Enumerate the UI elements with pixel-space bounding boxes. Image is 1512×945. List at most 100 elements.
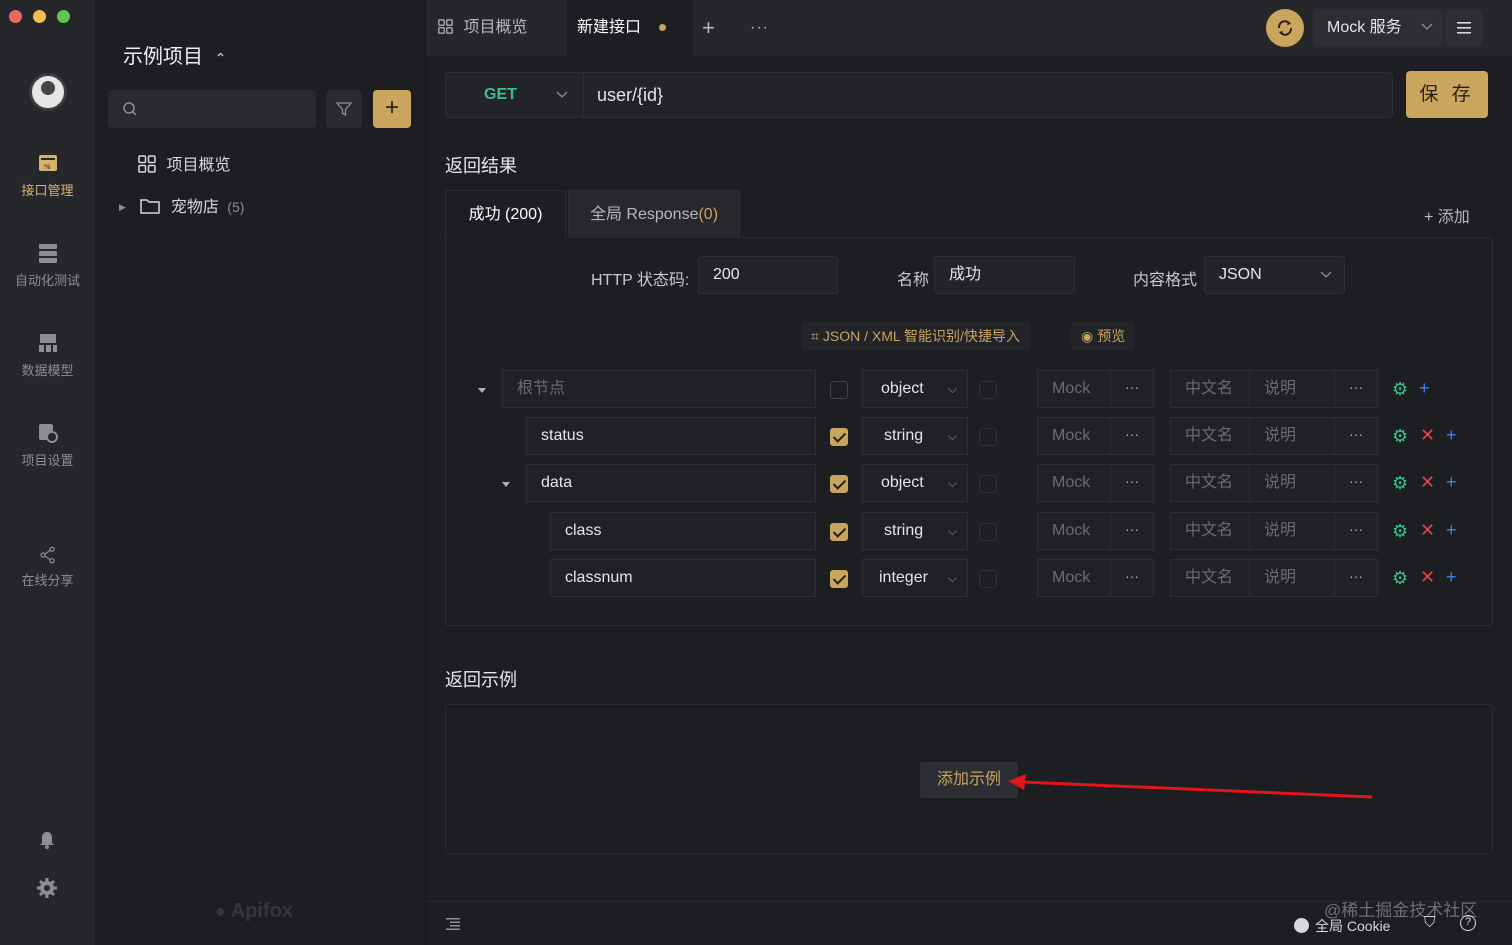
- mock-more-button[interactable]: ···: [1110, 417, 1154, 455]
- chinese-name-input[interactable]: 中文名: [1170, 512, 1250, 550]
- add-sibling-icon[interactable]: +: [1446, 472, 1457, 492]
- mock-more-button[interactable]: ···: [1110, 370, 1154, 408]
- description-input[interactable]: 说明: [1249, 512, 1335, 550]
- tab-global-response[interactable]: 全局 Response(0): [568, 190, 740, 238]
- chinese-name-input[interactable]: 中文名: [1170, 417, 1250, 455]
- field-name-input[interactable]: status: [526, 417, 816, 455]
- shirt-icon[interactable]: ⛉: [1424, 914, 1435, 931]
- delete-icon[interactable]: ✕: [1420, 425, 1435, 445]
- nullable-checkbox[interactable]: [979, 475, 997, 493]
- settings-icon[interactable]: ⚙: [1392, 521, 1408, 541]
- tab-overview[interactable]: 项目概览: [426, 0, 566, 56]
- add-sibling-icon[interactable]: +: [1446, 425, 1457, 445]
- smart-import-button[interactable]: ⌗ JSON / XML 智能识别/快捷导入: [801, 322, 1030, 350]
- description-input[interactable]: 说明: [1249, 417, 1335, 455]
- rail-item-data-model[interactable]: 数据模型: [0, 332, 95, 379]
- add-sibling-icon[interactable]: +: [1446, 567, 1457, 587]
- add-example-button[interactable]: 添加示例: [920, 762, 1018, 798]
- desc-more-button[interactable]: ···: [1334, 512, 1378, 550]
- rail-item-settings[interactable]: 项目设置: [0, 422, 95, 469]
- mock-more-button[interactable]: ···: [1110, 559, 1154, 597]
- mock-more-button[interactable]: ···: [1110, 464, 1154, 502]
- rail-item-share[interactable]: 在线分享: [0, 546, 95, 589]
- required-checkbox[interactable]: [830, 428, 848, 446]
- delete-icon[interactable]: ✕: [1420, 520, 1435, 540]
- add-response-button[interactable]: + 添加: [1424, 203, 1470, 227]
- mock-input[interactable]: Mock: [1037, 417, 1111, 455]
- desc-more-button[interactable]: ···: [1334, 370, 1378, 408]
- mock-input[interactable]: Mock: [1037, 512, 1111, 550]
- close-window-button[interactable]: [9, 10, 22, 23]
- rail-item-api[interactable]: % 接口管理: [0, 152, 95, 199]
- filter-button[interactable]: [326, 90, 362, 128]
- tab-new-api[interactable]: 新建接口: [567, 0, 693, 56]
- mock-more-button[interactable]: ···: [1110, 512, 1154, 550]
- desc-more-button[interactable]: ···: [1334, 559, 1378, 597]
- url-input[interactable]: user/{id}: [597, 73, 663, 117]
- field-name-input[interactable]: 根节点: [502, 370, 816, 408]
- field-type-select[interactable]: object ⌵: [862, 464, 968, 502]
- required-checkbox[interactable]: [830, 523, 848, 541]
- method-select[interactable]: GET: [446, 73, 584, 117]
- description-input[interactable]: 说明: [1249, 370, 1335, 408]
- delete-icon[interactable]: ✕: [1420, 567, 1435, 587]
- sync-button[interactable]: [1266, 9, 1304, 47]
- rail-item-automation[interactable]: 自动化测试: [0, 242, 95, 289]
- caret-right-icon[interactable]: ▶: [119, 202, 126, 212]
- chinese-name-input[interactable]: 中文名: [1170, 370, 1250, 408]
- field-type-select[interactable]: integer ⌵: [862, 559, 968, 597]
- add-child-icon[interactable]: +: [1419, 378, 1430, 398]
- avatar[interactable]: [29, 73, 67, 111]
- search-input[interactable]: [108, 90, 316, 128]
- collapse-caret-icon[interactable]: [502, 482, 510, 487]
- save-button[interactable]: 保 存: [1406, 71, 1488, 118]
- add-sibling-icon[interactable]: +: [1446, 520, 1457, 540]
- preview-button[interactable]: ◉ 预览: [1071, 322, 1136, 350]
- mock-input[interactable]: Mock: [1037, 464, 1111, 502]
- bell-icon[interactable]: [37, 830, 57, 850]
- nullable-checkbox[interactable]: [979, 570, 997, 588]
- status-code-input[interactable]: 200: [698, 256, 838, 294]
- list-indent-icon[interactable]: [446, 918, 460, 930]
- required-checkbox[interactable]: [830, 475, 848, 493]
- nullable-checkbox[interactable]: [979, 381, 997, 399]
- required-checkbox[interactable]: [830, 381, 848, 399]
- env-select[interactable]: Mock 服务: [1313, 9, 1443, 47]
- mock-input[interactable]: Mock: [1037, 559, 1111, 597]
- field-type-select[interactable]: string ⌵: [862, 417, 968, 455]
- desc-more-button[interactable]: ···: [1334, 417, 1378, 455]
- more-tabs-button[interactable]: ···: [750, 0, 769, 56]
- minimize-window-button[interactable]: [33, 10, 46, 23]
- field-type-select[interactable]: string ⌵: [862, 512, 968, 550]
- content-format-select[interactable]: JSON: [1204, 256, 1345, 294]
- menu-button[interactable]: [1445, 9, 1483, 47]
- field-name-input[interactable]: classnum: [550, 559, 816, 597]
- field-name-input[interactable]: data: [526, 464, 816, 502]
- tree-item-overview[interactable]: 项目概览: [138, 151, 230, 175]
- tab-success-200[interactable]: 成功 (200): [445, 190, 566, 238]
- tree-item-petstore[interactable]: ▶ 宠物店 (5): [119, 193, 244, 217]
- chinese-name-input[interactable]: 中文名: [1170, 464, 1250, 502]
- description-input[interactable]: 说明: [1249, 559, 1335, 597]
- help-icon[interactable]: ?: [1460, 915, 1476, 931]
- maximize-window-button[interactable]: [57, 10, 70, 23]
- delete-icon[interactable]: ✕: [1420, 472, 1435, 492]
- settings-icon[interactable]: ⚙: [1392, 473, 1408, 493]
- collapse-caret-icon[interactable]: [478, 388, 486, 393]
- add-button[interactable]: +: [373, 90, 411, 128]
- project-switcher[interactable]: 示例项目 ⌃: [123, 40, 226, 69]
- desc-more-button[interactable]: ···: [1334, 464, 1378, 502]
- chinese-name-input[interactable]: 中文名: [1170, 559, 1250, 597]
- settings-icon[interactable]: ⚙: [1392, 379, 1408, 399]
- global-cookie-button[interactable]: 全局 Cookie: [1294, 916, 1390, 936]
- field-name-input[interactable]: class: [550, 512, 816, 550]
- description-input[interactable]: 说明: [1249, 464, 1335, 502]
- settings-icon[interactable]: ⚙: [1392, 568, 1408, 588]
- mock-input[interactable]: Mock: [1037, 370, 1111, 408]
- gear-icon[interactable]: [37, 878, 57, 898]
- new-tab-button[interactable]: +: [702, 0, 715, 56]
- required-checkbox[interactable]: [830, 570, 848, 588]
- nullable-checkbox[interactable]: [979, 523, 997, 541]
- field-type-select[interactable]: object ⌵: [862, 370, 968, 408]
- nullable-checkbox[interactable]: [979, 428, 997, 446]
